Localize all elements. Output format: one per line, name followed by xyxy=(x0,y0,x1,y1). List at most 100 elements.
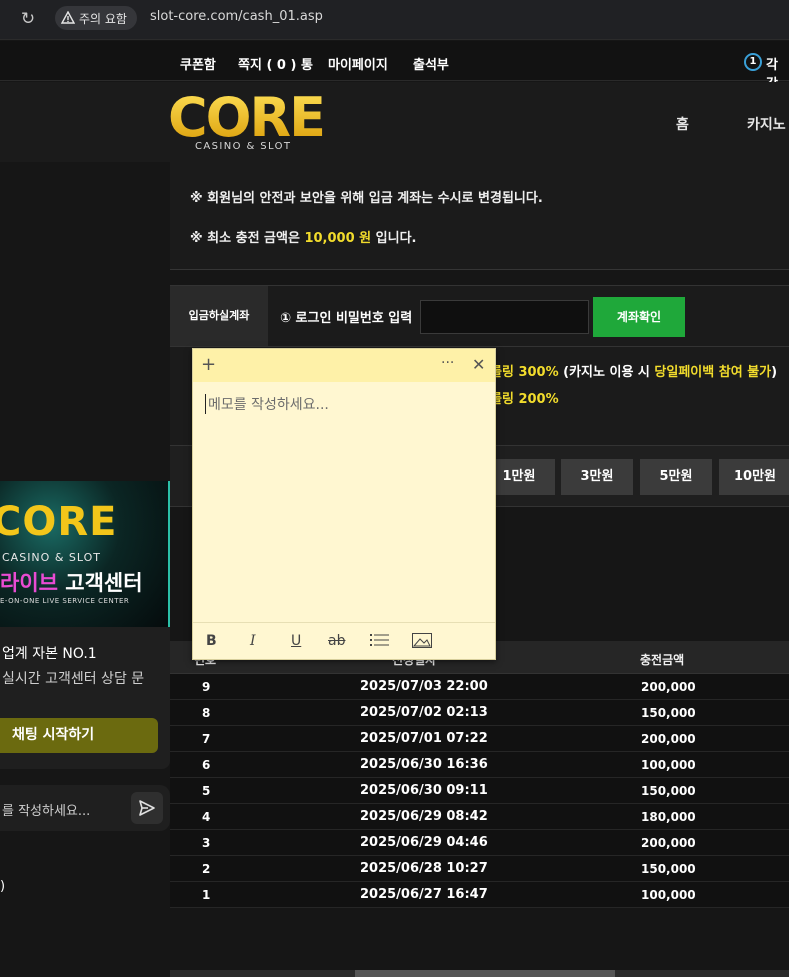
row-amount: 100,000 xyxy=(641,888,696,902)
row-date: 2025/06/27 16:47 xyxy=(360,887,488,902)
notice-line-2-suffix: 입니다. xyxy=(371,231,417,246)
address-bar[interactable]: slot-core.com/cash_01.asp xyxy=(150,9,323,24)
table-row: 5 2025/06/30 09:11 150,000 xyxy=(170,778,789,804)
bold-icon[interactable]: B xyxy=(206,633,217,649)
bonus-line-1: 롤링 300% (카지노 이용 시 당일페이백 참여 불가) xyxy=(490,361,777,380)
image-icon[interactable] xyxy=(412,633,432,652)
italic-icon[interactable]: I xyxy=(250,633,256,649)
table-footer-area xyxy=(170,909,789,977)
notice-line-1: ※ 회원님의 안전과 보안을 위해 입금 계좌는 수시로 변경됩니다. xyxy=(190,191,543,206)
level-badge-icon: 1 xyxy=(744,53,762,71)
chat-description: 실시간 고객센터 상담 문 xyxy=(2,671,145,687)
row-number: 7 xyxy=(202,732,211,746)
messages-link[interactable]: 쪽지 ( 0 ) 통 xyxy=(238,54,313,73)
chat-card: 업계 자본 NO.1 실시간 고객센터 상담 문 채팅 시작하기 xyxy=(0,627,170,769)
table-row: 2 2025/06/28 10:27 150,000 xyxy=(170,856,789,882)
row-amount: 150,000 xyxy=(641,862,696,876)
table-row: 4 2025/06/29 08:42 180,000 xyxy=(170,804,789,830)
row-number: 8 xyxy=(202,706,211,720)
row-date: 2025/07/03 22:00 xyxy=(360,679,488,694)
sticky-note-window[interactable]: + ··· ✕ 메모를 작성하세요... B I U ab xyxy=(192,348,496,660)
warning-icon xyxy=(61,11,75,24)
header-amount: 충전금액 xyxy=(640,653,685,667)
bonus-rolling-200: 롤링 200% xyxy=(490,392,559,407)
banner-tagline: E-ON-ONE LIVE SERVICE CENTER xyxy=(0,597,130,605)
row-number: 4 xyxy=(202,810,211,824)
nav-casino[interactable]: 카지노 xyxy=(747,114,786,134)
add-note-icon[interactable]: + xyxy=(201,355,216,375)
coupon-link[interactable]: 쿠폰함 xyxy=(180,54,216,73)
send-icon xyxy=(139,800,155,816)
scrollbar-thumb[interactable] xyxy=(355,970,615,977)
bonus-rolling-300: 롤링 300% xyxy=(490,365,559,380)
reload-icon[interactable]: ↻ xyxy=(18,9,38,29)
row-date: 2025/06/30 16:36 xyxy=(360,757,488,772)
row-date: 2025/06/28 10:27 xyxy=(360,861,488,876)
row-date: 2025/06/29 04:46 xyxy=(360,835,488,850)
chat-message-input[interactable]: 를 작성하세요... xyxy=(0,785,170,831)
nav-home[interactable]: 홈 xyxy=(676,114,689,134)
start-chat-button[interactable]: 채팅 시작하기 xyxy=(0,718,158,753)
table-row: 6 2025/06/30 16:36 100,000 xyxy=(170,752,789,778)
notice-line-2: ※ 최소 충전 금액은 10,000 원 입니다. xyxy=(190,227,416,246)
deposit-notice: ※ 회원님의 안전과 보안을 위해 입금 계좌는 수시로 변경됩니다. ※ 최소… xyxy=(170,162,789,270)
note-format-toolbar: B I U ab xyxy=(193,622,495,660)
bonus-payback-note: 당일페이백 참여 불가 xyxy=(654,365,772,380)
bonus-line-1-close: ) xyxy=(771,365,778,380)
row-amount: 180,000 xyxy=(641,810,696,824)
table-row: 9 2025/07/03 22:00 200,000 xyxy=(170,674,789,700)
check-account-button[interactable]: 계좌확인 xyxy=(593,297,685,337)
security-warning-chip[interactable]: 주의 요함 xyxy=(55,6,137,30)
note-text-area[interactable]: 메모를 작성하세요... xyxy=(205,394,329,414)
row-amount: 150,000 xyxy=(641,706,696,720)
table-row: 7 2025/07/01 07:22 200,000 xyxy=(170,726,789,752)
notice-line-2-prefix: ※ 최소 충전 금액은 xyxy=(190,231,305,246)
logo-subtitle: CASINO & SLOT xyxy=(195,141,292,152)
top-utility-nav: 쿠폰함 쪽지 ( 0 ) 통 마이페이지 출석부 1 각각 xyxy=(0,41,789,92)
row-number: 2 xyxy=(202,862,211,876)
row-number: 5 xyxy=(202,784,211,798)
row-date: 2025/07/01 07:22 xyxy=(360,731,488,746)
account-label: 입금하실계좌 xyxy=(170,286,268,346)
send-button[interactable] xyxy=(131,792,163,824)
browser-toolbar: ↻ 주의 요함 slot-core.com/cash_01.asp xyxy=(0,0,789,40)
row-amount: 100,000 xyxy=(641,758,696,772)
row-date: 2025/06/29 08:42 xyxy=(360,809,488,824)
row-number: 6 xyxy=(202,758,211,772)
amount-30k-button[interactable]: 3만원 xyxy=(561,459,633,495)
row-number: 9 xyxy=(202,680,211,694)
row-number: 1 xyxy=(202,888,211,902)
strikethrough-icon[interactable]: ab xyxy=(328,633,345,649)
amount-50k-button[interactable]: 5만원 xyxy=(640,459,712,495)
mypage-link[interactable]: 마이페이지 xyxy=(328,54,388,73)
table-row: 1 2025/06/27 16:47 100,000 xyxy=(170,882,789,908)
close-icon[interactable]: ✕ xyxy=(472,356,485,374)
bullet-list-icon[interactable] xyxy=(370,633,390,651)
deposit-account-row: 입금하실계좌 ① 로그인 비밀번호 입력 계좌확인 xyxy=(170,285,789,347)
warning-label: 주의 요함 xyxy=(79,11,127,26)
row-number: 3 xyxy=(202,836,211,850)
chat-headline: 업계 자본 NO.1 xyxy=(2,646,97,662)
bonus-line-1-text: (카지노 이용 시 xyxy=(558,365,655,380)
banner-title-highlight: 라이브 xyxy=(0,571,58,595)
underline-icon[interactable]: U xyxy=(291,633,301,649)
sticky-note-titlebar[interactable]: + ··· ✕ xyxy=(193,349,495,382)
row-date: 2025/06/30 09:11 xyxy=(360,783,488,798)
attendance-link[interactable]: 출석부 xyxy=(413,54,449,73)
login-password-input[interactable] xyxy=(420,300,589,334)
chat-input-placeholder: 를 작성하세요... xyxy=(2,804,91,819)
row-amount: 200,000 xyxy=(641,680,696,694)
row-amount: 150,000 xyxy=(641,784,696,798)
table-row: 8 2025/07/02 02:13 150,000 xyxy=(170,700,789,726)
sidebar-fragment: ) xyxy=(0,879,6,894)
row-amount: 200,000 xyxy=(641,732,696,746)
row-date: 2025/07/02 02:13 xyxy=(360,705,488,720)
deposit-history-table: 번호 신청일자 충전금액 9 2025/07/03 22:00 200,000 8 20… xyxy=(170,641,789,908)
password-prompt: ① 로그인 비밀번호 입력 xyxy=(280,311,413,326)
amount-100k-button[interactable]: 10만원 xyxy=(719,459,789,495)
live-support-banner[interactable]: CORE CASINO & SLOT 라이브 고객센터 E-ON-ONE LIV… xyxy=(0,481,170,627)
table-row: 3 2025/06/29 04:46 200,000 xyxy=(170,830,789,856)
row-amount: 200,000 xyxy=(641,836,696,850)
banner-subtitle: CASINO & SLOT xyxy=(2,551,101,564)
more-options-icon[interactable]: ··· xyxy=(441,355,454,371)
